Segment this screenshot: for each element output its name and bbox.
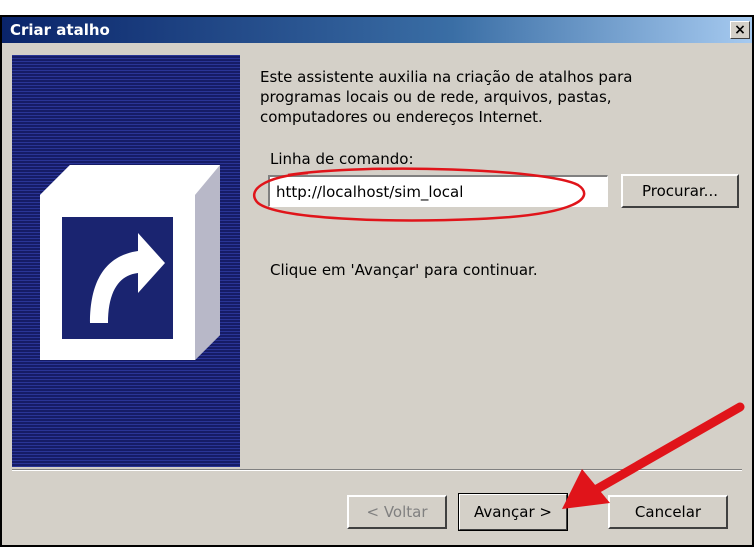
- cancel-button[interactable]: Cancelar: [608, 495, 728, 529]
- wizard-description: Este assistente auxilia na criação de at…: [260, 68, 633, 126]
- wizard-content: Este assistente auxilia na criação de at…: [260, 67, 730, 127]
- command-line-input[interactable]: [268, 175, 608, 207]
- shortcut-arrow-icon: [40, 165, 220, 360]
- screenshot-stage: Criar atalho × Este assistente auxilia n…: [0, 0, 754, 547]
- close-icon[interactable]: ×: [730, 21, 750, 39]
- next-button[interactable]: Avançar >: [458, 493, 568, 531]
- continue-hint: Clique em 'Avançar' para continuar.: [270, 261, 538, 279]
- command-line-label: Linha de comando:: [270, 150, 414, 168]
- back-button[interactable]: < Voltar: [347, 495, 447, 529]
- browse-button[interactable]: Procurar...: [621, 174, 739, 208]
- dialog-title: Criar atalho: [10, 21, 110, 39]
- footer-separator: [12, 469, 742, 471]
- wizard-side-panel: [12, 55, 240, 467]
- title-bar: Criar atalho ×: [2, 17, 752, 43]
- create-shortcut-dialog: Criar atalho × Este assistente auxilia n…: [0, 15, 754, 547]
